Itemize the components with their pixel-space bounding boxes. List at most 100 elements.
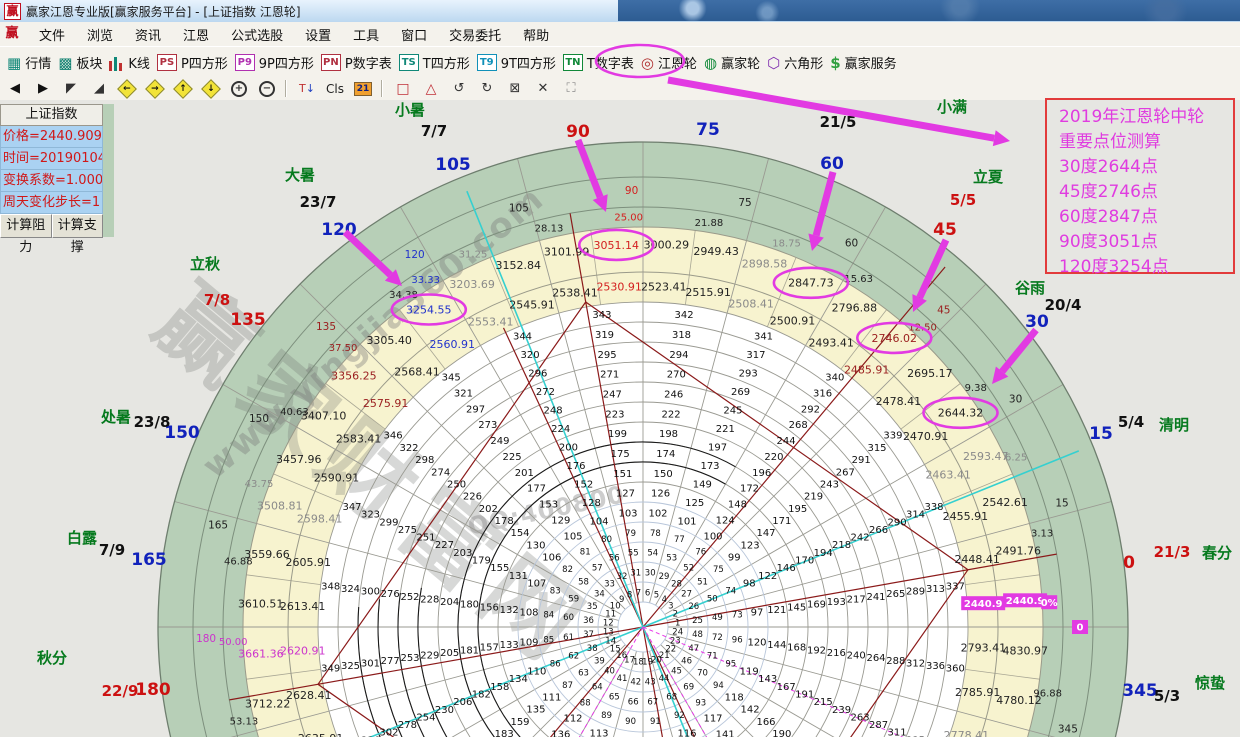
svg-text:2898.58: 2898.58 (742, 258, 788, 271)
svg-text:122: 122 (758, 571, 777, 582)
svg-text:112: 112 (563, 714, 582, 725)
svg-text:169: 169 (807, 600, 826, 611)
annotation-line-2: 30度2644点 (1059, 155, 1233, 180)
svg-text:165: 165 (208, 520, 228, 532)
svg-text:128: 128 (582, 498, 601, 509)
svg-text:41: 41 (617, 674, 628, 684)
svg-text:321: 321 (454, 389, 473, 400)
svg-text:180: 180 (460, 600, 479, 611)
calc-support-button[interactable]: 计算支撑 (52, 214, 104, 238)
svg-text:3: 3 (668, 602, 673, 612)
svg-text:176: 176 (566, 461, 585, 472)
svg-text:141: 141 (716, 730, 735, 737)
svg-text:195: 195 (788, 504, 807, 515)
svg-text:135: 135 (316, 321, 336, 333)
svg-text:秋分: 秋分 (37, 649, 67, 667)
svg-text:2560.91: 2560.91 (430, 338, 476, 351)
svg-text:54: 54 (647, 549, 658, 559)
svg-text:46: 46 (681, 657, 692, 667)
svg-text:2440.9: 2440.9 (964, 599, 1003, 610)
svg-text:288: 288 (886, 656, 905, 667)
svg-text:26: 26 (688, 602, 699, 612)
svg-text:298: 298 (415, 455, 434, 466)
svg-text:251: 251 (416, 533, 435, 544)
svg-text:244: 244 (777, 436, 796, 447)
svg-text:96: 96 (732, 635, 743, 645)
svg-text:336: 336 (926, 661, 945, 672)
panel-row-2: 变换系数=1.00000 (0, 170, 103, 192)
svg-text:75: 75 (696, 120, 720, 140)
key-levels-annotation-box: 2019年江恩轮中轮重要点位测算30度2644点45度2746点60度2847点… (1045, 98, 1235, 274)
svg-text:239: 239 (832, 705, 851, 716)
svg-text:12.50: 12.50 (908, 323, 937, 334)
svg-text:65: 65 (609, 692, 620, 702)
svg-text:44: 44 (659, 674, 670, 684)
svg-text:35: 35 (587, 602, 598, 612)
svg-text:80: 80 (601, 535, 612, 545)
svg-text:94: 94 (713, 681, 724, 691)
svg-text:30: 30 (645, 569, 656, 579)
svg-text:4: 4 (662, 595, 667, 605)
svg-text:96.88: 96.88 (1033, 688, 1062, 699)
svg-text:342: 342 (675, 310, 694, 321)
svg-text:5: 5 (654, 591, 659, 601)
svg-text:152: 152 (574, 479, 593, 490)
panel-buttons-row: 计算阻力计算支撑 (0, 214, 103, 238)
svg-text:99: 99 (728, 553, 741, 564)
svg-text:348: 348 (321, 581, 340, 592)
svg-text:150: 150 (249, 413, 269, 425)
svg-text:2628.41: 2628.41 (286, 689, 332, 702)
svg-text:处暑: 处暑 (100, 408, 131, 426)
svg-text:21.88: 21.88 (695, 218, 724, 229)
svg-text:294: 294 (669, 350, 688, 361)
svg-text:98: 98 (743, 579, 756, 590)
svg-text:78: 78 (650, 529, 661, 539)
svg-text:174: 174 (656, 449, 675, 460)
svg-text:23/7: 23/7 (300, 193, 337, 211)
svg-text:3356.25: 3356.25 (331, 370, 377, 383)
svg-text:白露: 白露 (67, 529, 98, 547)
svg-text:69: 69 (683, 683, 694, 693)
calc-resistance-button[interactable]: 计算阻力 (0, 214, 52, 238)
svg-text:72: 72 (712, 633, 723, 643)
svg-text:55: 55 (628, 549, 639, 559)
svg-text:3254.55: 3254.55 (406, 303, 452, 316)
svg-text:159: 159 (510, 717, 529, 728)
svg-text:180: 180 (135, 680, 171, 700)
svg-text:149: 149 (693, 479, 712, 490)
svg-text:2523.41: 2523.41 (641, 281, 687, 294)
svg-text:105: 105 (509, 203, 529, 215)
svg-text:178: 178 (495, 516, 514, 527)
svg-text:287: 287 (869, 720, 888, 731)
svg-text:91: 91 (650, 717, 661, 727)
svg-text:315: 315 (867, 443, 886, 454)
svg-text:40.63: 40.63 (280, 407, 309, 418)
svg-text:246: 246 (664, 390, 683, 401)
svg-text:7/7: 7/7 (421, 122, 447, 140)
svg-text:349: 349 (321, 664, 340, 675)
svg-text:196: 196 (752, 468, 771, 479)
svg-text:344: 344 (513, 332, 532, 343)
svg-text:惊蛰: 惊蛰 (1195, 674, 1225, 692)
svg-text:147: 147 (756, 528, 775, 539)
svg-text:338: 338 (924, 502, 943, 513)
svg-text:2695.17: 2695.17 (907, 367, 953, 380)
svg-text:2575.91: 2575.91 (363, 397, 409, 410)
svg-text:120: 120 (405, 249, 425, 261)
svg-text:66: 66 (628, 697, 639, 707)
svg-text:341: 341 (754, 332, 773, 343)
svg-text:清明: 清明 (1159, 416, 1189, 434)
svg-text:3712.22: 3712.22 (245, 697, 291, 710)
svg-text:172: 172 (740, 484, 759, 495)
svg-text:73: 73 (732, 611, 743, 621)
svg-text:36: 36 (583, 616, 594, 626)
svg-text:166: 166 (756, 717, 775, 728)
svg-text:319: 319 (595, 330, 614, 341)
svg-text:274: 274 (431, 467, 450, 478)
svg-text:150: 150 (654, 469, 673, 480)
svg-text:272: 272 (536, 387, 555, 398)
svg-text:145: 145 (787, 602, 806, 613)
svg-text:191: 191 (795, 690, 814, 701)
svg-text:268: 268 (789, 420, 808, 431)
svg-text:100: 100 (703, 531, 722, 542)
